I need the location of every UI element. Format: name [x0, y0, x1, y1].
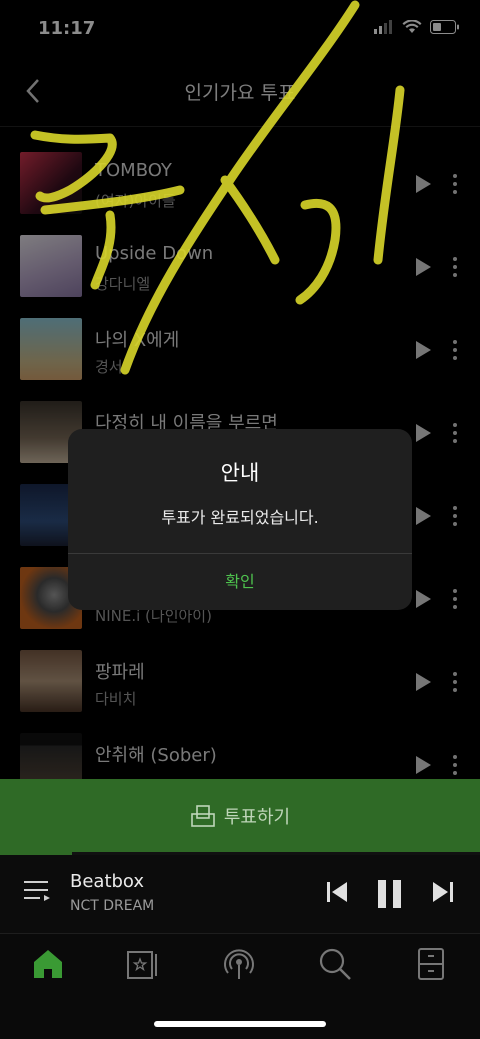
home-icon[interactable]: [30, 946, 66, 982]
vote-button-label: 투표하기: [223, 807, 291, 828]
pause-icon[interactable]: [377, 879, 403, 909]
previous-icon[interactable]: [326, 879, 348, 905]
dialog-title: 안내: [220, 461, 260, 485]
confirm-button[interactable]: 확인: [68, 554, 412, 610]
home-indicator: [154, 1021, 326, 1027]
next-icon[interactable]: [432, 879, 454, 905]
alert-dialog: 안내 투표가 완료되었습니다. 확인: [68, 429, 412, 610]
vote-button[interactable]: 투표하기: [0, 779, 480, 853]
playlist-icon[interactable]: [24, 879, 52, 905]
now-playing-title: Beatbox: [70, 871, 145, 892]
library-icon[interactable]: [124, 946, 160, 982]
storage-icon[interactable]: [413, 946, 449, 982]
dialog-message: 투표가 완료되었습니다.: [161, 508, 319, 527]
mini-player[interactable]: Beatbox NCT DREAM: [0, 855, 480, 934]
search-icon[interactable]: [317, 946, 353, 982]
podcast-icon[interactable]: [221, 946, 257, 982]
now-playing-artist: NCT DREAM: [70, 898, 155, 914]
vote-icon: [191, 805, 215, 827]
dim-overlay: [0, 0, 480, 780]
